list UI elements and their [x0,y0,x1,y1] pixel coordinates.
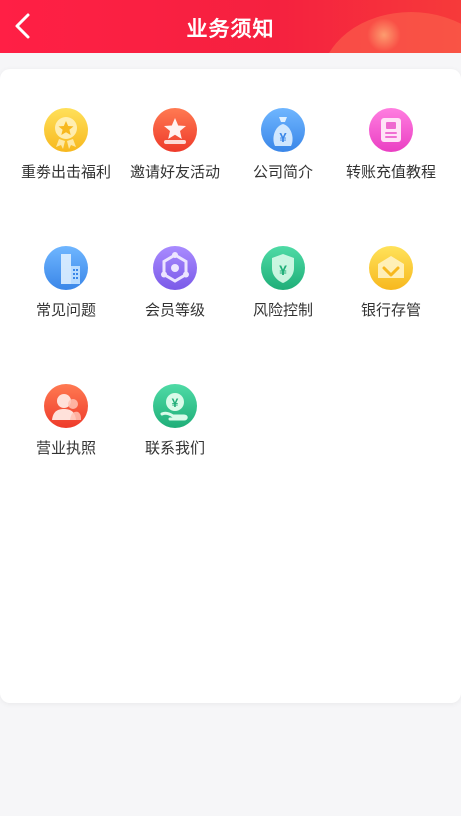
menu-item-label: 重劵出击福利 [20,164,111,181]
header-bar: 业务须知 [0,0,461,53]
menu-item-welfare[interactable]: 重劵出击福利 [12,108,120,188]
menu-item-invite[interactable]: 邀请好友活动 [121,108,229,188]
menu-item-label: 常见问题 [35,302,96,319]
menu-item-label: 转账充值教程 [345,164,436,181]
building-icon [44,246,88,290]
menu-item-membership-level[interactable]: 会员等级 [121,246,229,326]
menu-item-contact-us[interactable]: ¥ 联系我们 [121,384,229,464]
menu-item-label: 邀请好友活动 [129,164,220,181]
svg-text:¥: ¥ [172,396,179,410]
menu-item-label: 营业执照 [35,440,96,457]
star-icon [153,108,197,152]
menu-item-bank-custody[interactable]: 银行存管 [337,246,445,326]
menu-item-risk-control[interactable]: ¥ 风险控制 [229,246,337,326]
menu-item-transfer-tutorial[interactable]: 转账充值教程 [337,108,445,188]
menu-item-label: 公司简介 [252,164,313,181]
people-icon [44,384,88,428]
menu-item-label: 联系我们 [144,440,205,457]
menu-item-faq[interactable]: 常见问题 [12,246,120,326]
hexagon-icon [153,246,197,290]
menu-item-business-license[interactable]: 营业执照 [12,384,120,464]
shield-yen-icon: ¥ [261,246,305,290]
svg-text:¥: ¥ [279,262,287,278]
medal-icon [44,108,88,152]
page-title: 业务须知 [186,18,275,41]
document-icon [369,108,413,152]
menu-card: 重劵出击福利 邀请好友活动 ¥ 公司简介 转账充值教程 常见问题 会员等级 ¥ … [0,69,461,703]
menu-item-label: 风险控制 [252,302,313,319]
menu-item-label: 会员等级 [144,302,205,319]
wallet-icon [369,246,413,290]
svg-text:¥: ¥ [279,130,287,145]
money-bag-icon: ¥ [261,108,305,152]
menu-item-label: 银行存管 [360,302,421,319]
hand-coin-icon: ¥ [153,384,197,428]
menu-item-company[interactable]: ¥ 公司简介 [229,108,337,188]
